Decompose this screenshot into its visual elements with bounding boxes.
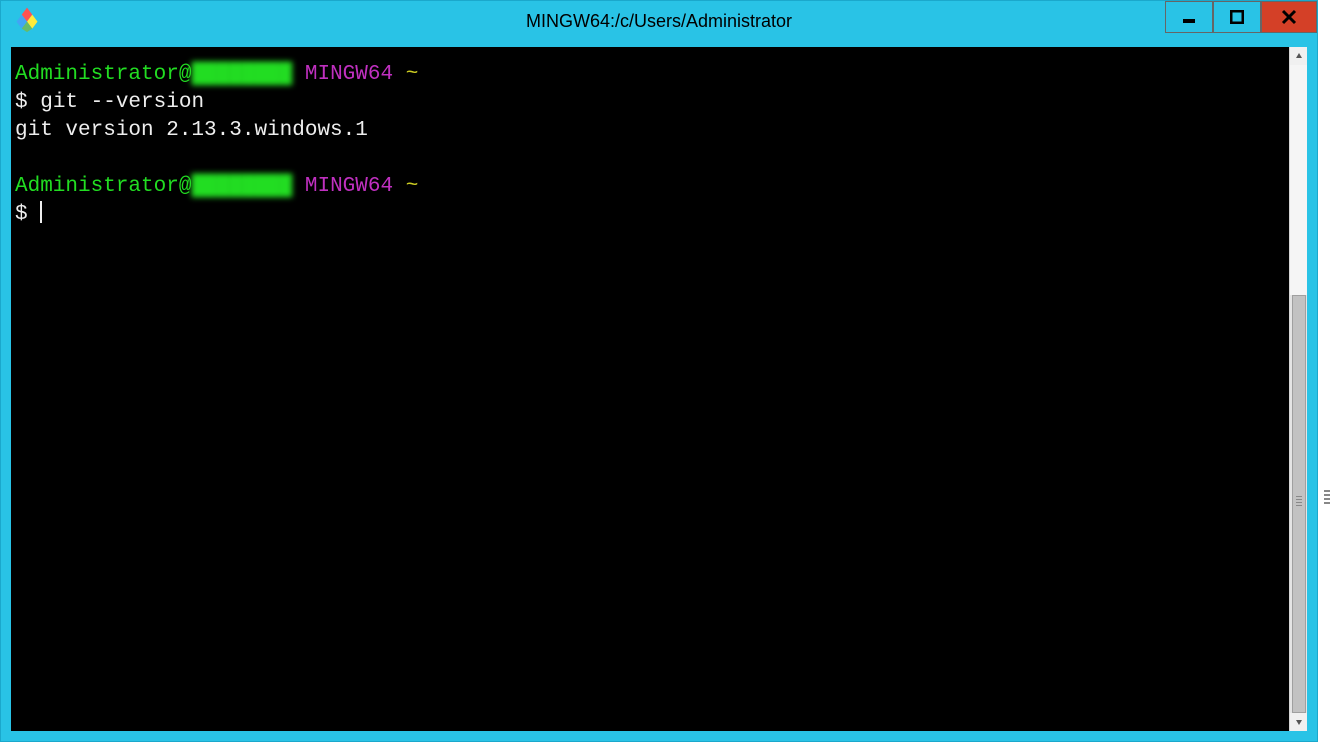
prompt-user: Administrator — [15, 175, 179, 198]
prompt-env: MINGW64 — [305, 175, 393, 198]
window-title: MINGW64:/c/Users/Administrator — [526, 11, 792, 32]
minimize-button[interactable] — [1165, 1, 1213, 33]
close-button[interactable] — [1261, 1, 1317, 33]
terminal[interactable]: Administrator@████████ MINGW64 ~ $ git -… — [11, 47, 1289, 731]
prompt-user: Administrator — [15, 63, 179, 86]
maximize-button[interactable] — [1213, 1, 1261, 33]
prompt-host: ████████ — [191, 63, 292, 86]
prompt-space — [292, 175, 305, 198]
prompt-space — [393, 175, 406, 198]
prompt-symbol: $ — [15, 91, 40, 114]
window: MINGW64:/c/Users/Administrator Administr… — [0, 0, 1318, 742]
prompt-host: ████████ — [191, 175, 292, 198]
app-icon — [13, 5, 45, 37]
command-input: git --version — [40, 91, 204, 114]
cursor — [40, 201, 42, 223]
prompt-space — [393, 63, 406, 86]
prompt-path: ~ — [406, 175, 419, 198]
scrollbar[interactable] — [1289, 47, 1307, 731]
command-output: git version 2.13.3.windows.1 — [15, 119, 368, 142]
scroll-thumb[interactable] — [1292, 295, 1306, 713]
titlebar[interactable]: MINGW64:/c/Users/Administrator — [1, 1, 1317, 41]
prompt-path: ~ — [406, 63, 419, 86]
prompt-at: @ — [179, 63, 192, 86]
grip-icon — [1296, 496, 1302, 508]
scroll-up-icon[interactable] — [1290, 47, 1307, 65]
prompt-env: MINGW64 — [305, 63, 393, 86]
prompt-space — [292, 63, 305, 86]
page-edge — [1318, 40, 1334, 752]
window-controls — [1165, 1, 1317, 33]
prompt-symbol: $ — [15, 203, 40, 226]
grip-icon — [1324, 490, 1330, 504]
prompt-at: @ — [179, 175, 192, 198]
terminal-area: Administrator@████████ MINGW64 ~ $ git -… — [11, 47, 1307, 731]
scroll-down-icon[interactable] — [1290, 713, 1307, 731]
scroll-track[interactable] — [1290, 65, 1307, 295]
